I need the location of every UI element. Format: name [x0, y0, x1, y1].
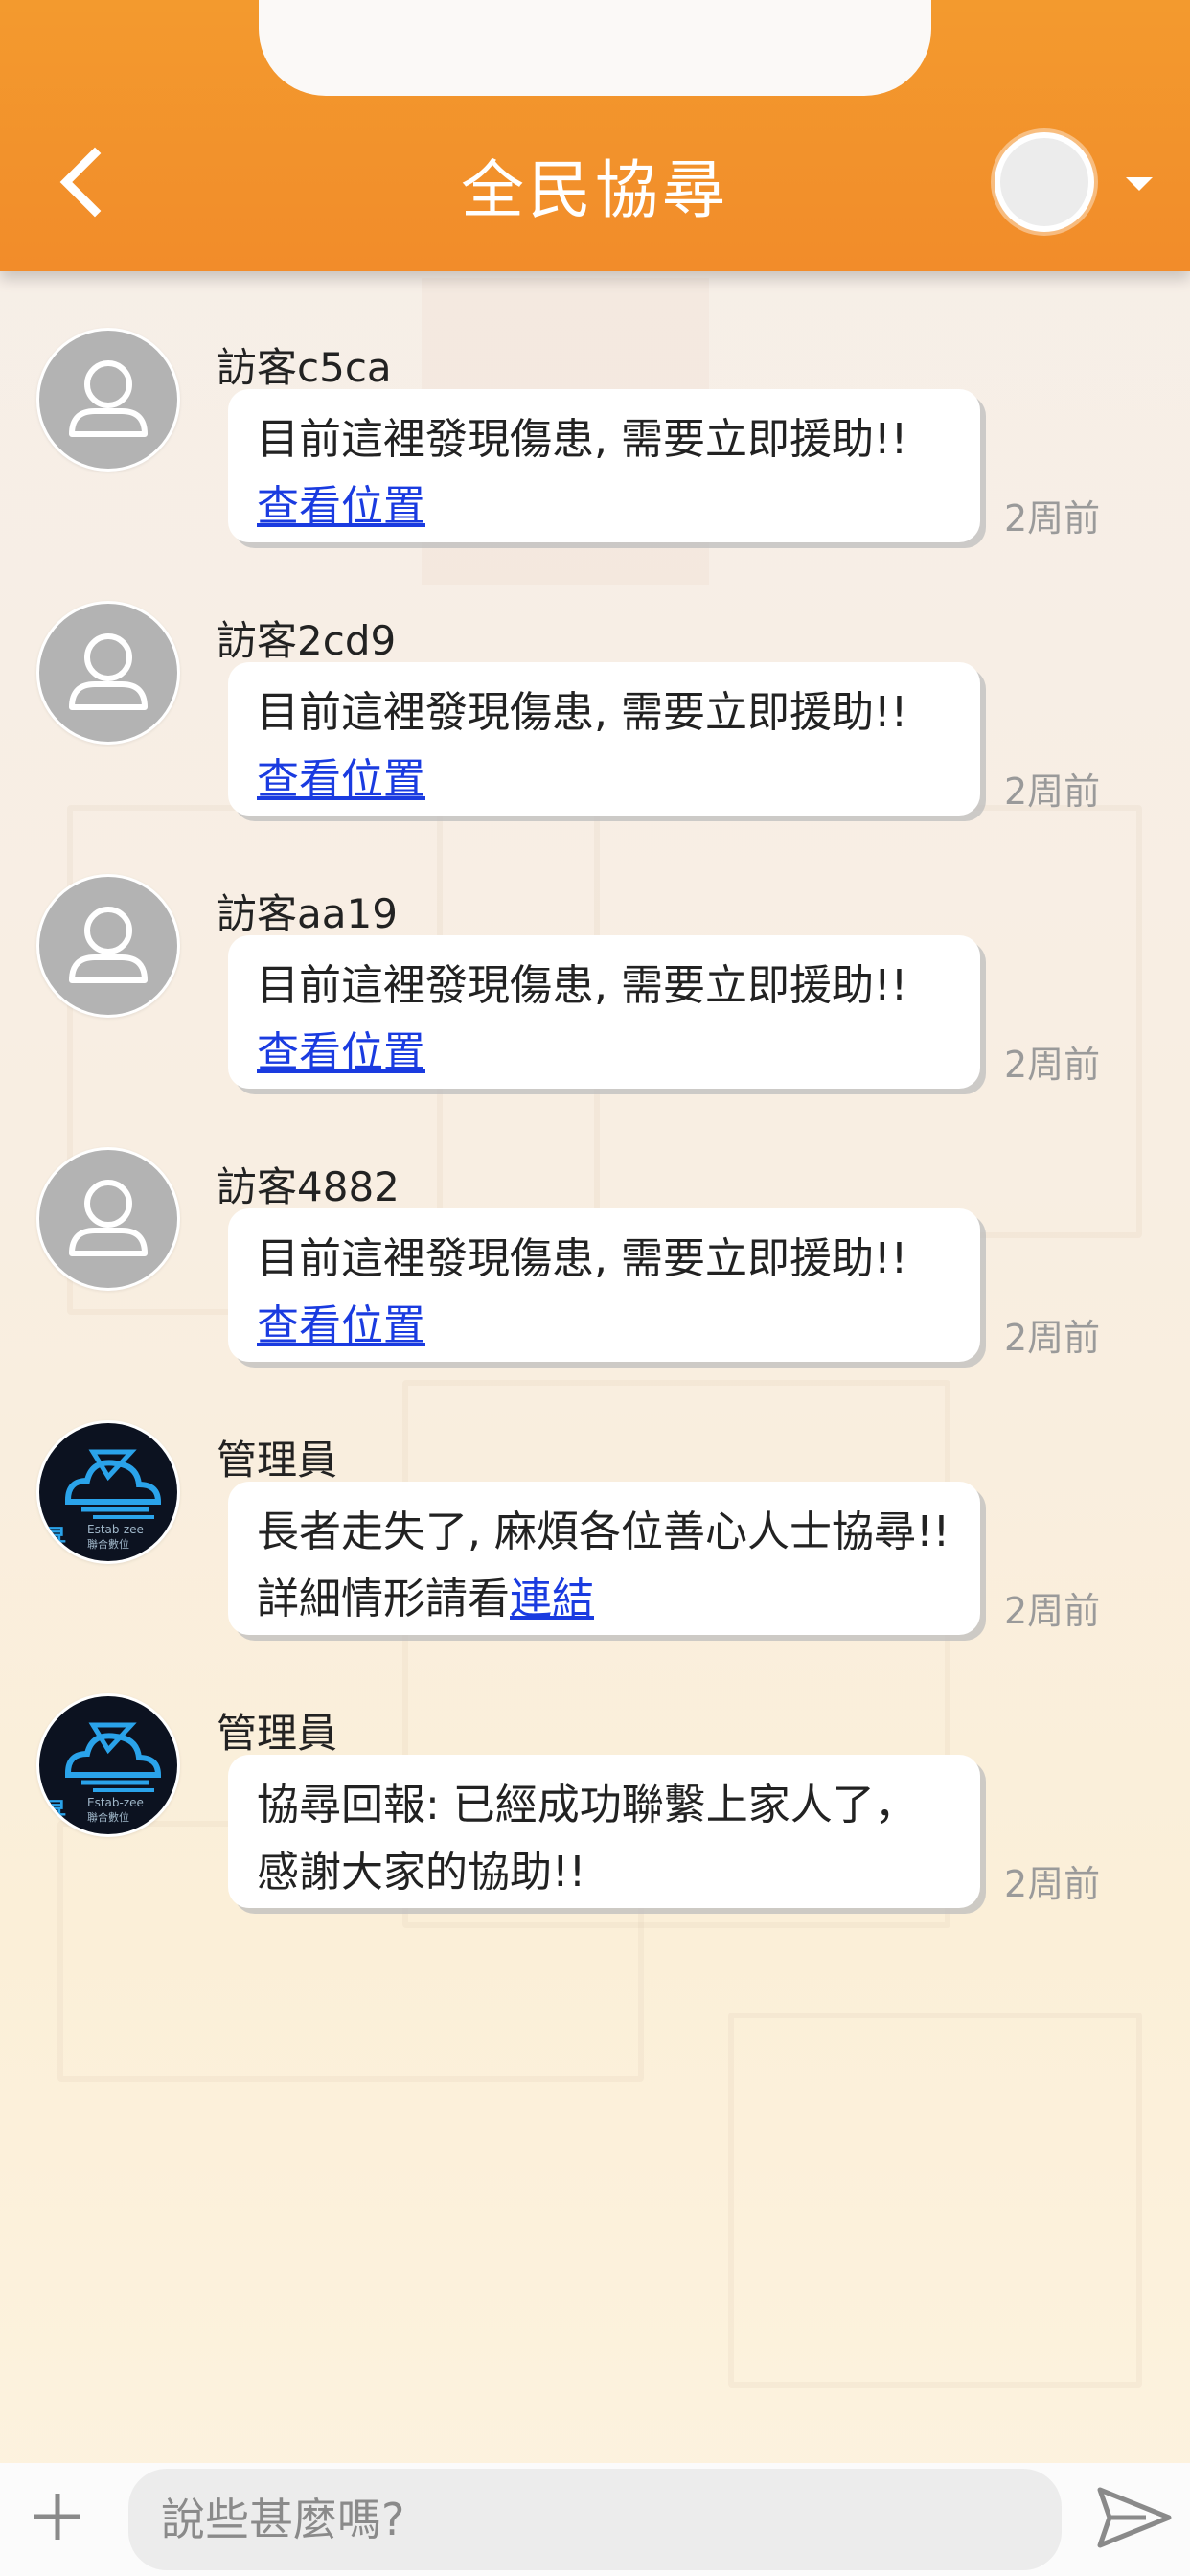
send-icon[interactable] [1094, 2484, 1173, 2551]
message-item: 訪客2cd9 目前這裡發現傷患, 需要立即援助!! 查看位置 2周前 [0, 601, 1190, 874]
message-timestamp: 2周前 [1004, 1863, 1101, 1905]
message-item: 訪客4882 目前這裡發現傷患, 需要立即援助!! 查看位置 2周前 [0, 1147, 1190, 1420]
background-decoration [728, 2012, 1142, 2388]
message-timestamp: 2周前 [1004, 1044, 1101, 1086]
message-bubble: 目前這裡發現傷患, 需要立即援助!! 查看位置 [228, 389, 980, 542]
message-item: 訪客c5ca 目前這裡發現傷患, 需要立即援助!! 查看位置 2周前 [0, 328, 1190, 601]
message-text: 目前這裡發現傷患, 需要立即援助!! [257, 415, 908, 464]
default-avatar [39, 604, 177, 742]
sender-name: 訪客2cd9 [217, 617, 397, 664]
sender-avatar[interactable] [36, 1147, 180, 1291]
user-icon [69, 907, 148, 983]
message-link[interactable]: 查看位置 [257, 1301, 425, 1350]
message-text: 目前這裡發現傷患, 需要立即援助!! [257, 961, 908, 1010]
message-link[interactable]: 查看位置 [257, 755, 425, 804]
user-menu-button[interactable] [987, 125, 1179, 240]
message-text: 目前這裡發現傷患, 需要立即援助!! [257, 688, 908, 737]
message-bubble: 目前這裡發現傷患, 需要立即援助!! 查看位置 [228, 662, 980, 816]
sender-avatar[interactable]: 昇 Estab-zee 聯合數位 [36, 1420, 180, 1564]
message-timestamp: 2周前 [1004, 770, 1101, 813]
message-text: 目前這裡發現傷患, 需要立即援助!! [257, 1234, 908, 1283]
sender-name: 訪客4882 [217, 1163, 400, 1210]
sender-name: 訪客aa19 [217, 890, 398, 937]
message-timestamp: 2周前 [1004, 497, 1101, 540]
logo-subtitle: 聯合數位 [87, 1538, 129, 1551]
sender-avatar[interactable]: 昇 Estab-zee 聯合數位 [36, 1693, 180, 1837]
message-item: 昇 Estab-zee 聯合數位 管理員 協尋回報: 已經成功聯繫上家人了，感謝… [0, 1693, 1190, 1966]
user-icon [69, 1180, 148, 1256]
message-bubble: 目前這裡發現傷患, 需要立即援助!! 查看位置 [228, 935, 980, 1089]
message-text: 協尋回報: 已經成功聯繫上家人了，感謝大家的協助!! [257, 1781, 917, 1897]
sender-name: 管理員 [217, 1710, 338, 1757]
plus-icon[interactable] [29, 2488, 86, 2545]
message-item: 昇 Estab-zee 聯合數位 管理員 長者走失了, 麻煩各位善心人士協尋!!… [0, 1420, 1190, 1693]
message-link[interactable]: 查看位置 [257, 1028, 425, 1077]
user-icon [69, 633, 148, 710]
message-bubble: 協尋回報: 已經成功聯繫上家人了，感謝大家的協助!! [228, 1755, 980, 1908]
message-text: 長者走失了, 麻煩各位善心人士協尋!! 詳細情形請看 [257, 1507, 950, 1623]
device-notch [259, 0, 931, 96]
sender-avatar[interactable] [36, 328, 180, 472]
admin-logo: 昇 Estab-zee 聯合數位 [39, 1696, 177, 1834]
sender-avatar[interactable] [36, 874, 180, 1018]
user-avatar [995, 132, 1094, 232]
chevron-down-icon [1126, 177, 1153, 191]
admin-logo: 昇 Estab-zee 聯合數位 [39, 1423, 177, 1561]
message-link[interactable]: 連結 [510, 1575, 594, 1623]
logo-brand: Estab-zee [87, 1523, 144, 1536]
default-avatar [39, 1150, 177, 1288]
message-bubble: 長者走失了, 麻煩各位善心人士協尋!! 詳細情形請看連結 [228, 1482, 980, 1635]
input-bar [0, 2463, 1190, 2576]
app-header: 全民協尋 [0, 0, 1190, 271]
default-avatar [39, 877, 177, 1015]
logo-mark: 昇 [43, 1798, 66, 1825]
logo-mark: 昇 [43, 1525, 66, 1552]
logo-brand: Estab-zee [87, 1796, 144, 1809]
sender-name: 訪客c5ca [217, 344, 392, 391]
message-timestamp: 2周前 [1004, 1590, 1101, 1632]
sender-name: 管理員 [217, 1437, 338, 1484]
user-icon [69, 360, 148, 437]
sender-avatar[interactable] [36, 601, 180, 745]
message-item: 訪客aa19 目前這裡發現傷患, 需要立即援助!! 查看位置 2周前 [0, 874, 1190, 1147]
message-timestamp: 2周前 [1004, 1317, 1101, 1359]
message-link[interactable]: 查看位置 [257, 482, 425, 531]
logo-subtitle: 聯合數位 [87, 1811, 129, 1824]
message-bubble: 目前這裡發現傷患, 需要立即援助!! 查看位置 [228, 1208, 980, 1362]
message-input[interactable] [128, 2469, 1062, 2570]
default-avatar [39, 331, 177, 469]
